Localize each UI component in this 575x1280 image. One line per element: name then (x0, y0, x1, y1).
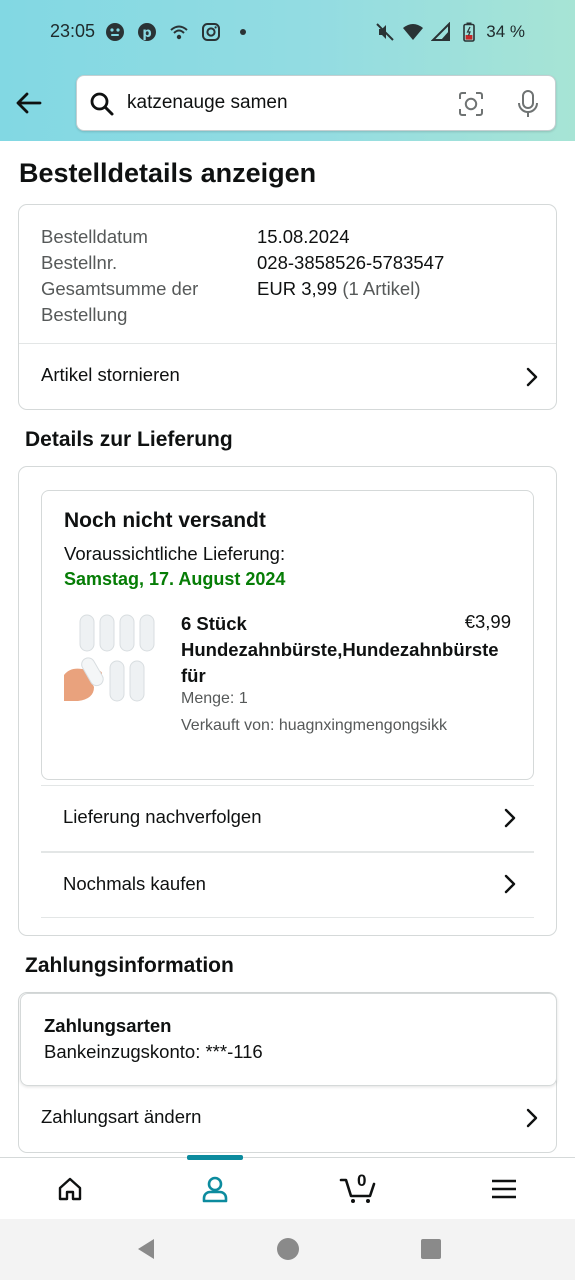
face-icon (104, 21, 126, 43)
order-total-amount: EUR 3,99 (257, 278, 338, 299)
eta-date: Samstag, 17. August 2024 (64, 569, 286, 589)
mic-icon[interactable] (515, 89, 541, 119)
payment-section-title: Zahlungsinformation (25, 954, 234, 977)
search-query[interactable]: katzenauge samen (127, 92, 288, 114)
battery-icon (458, 21, 480, 43)
system-navigation-bar (0, 1219, 575, 1280)
search-icon[interactable] (89, 91, 115, 117)
buy-again-row[interactable]: Nochmals kaufen (41, 853, 534, 917)
bottom-navigation (0, 1155, 575, 1220)
order-number-label: Bestellnr. (41, 252, 118, 273)
camera-icon[interactable] (457, 90, 485, 118)
system-recents-icon[interactable] (419, 1237, 443, 1261)
chevron-right-icon (502, 807, 518, 829)
order-summary-card: Bestelldatum 15.08.2024 Bestellnr. 028-3… (18, 204, 557, 410)
chevron-right-icon (524, 366, 540, 388)
payment-methods-title: Zahlungsarten (44, 1015, 172, 1036)
dot-icon (232, 21, 254, 43)
app-header: 23:05 p 34 % katzenauge samen (0, 0, 575, 141)
search-input[interactable]: katzenauge samen (76, 75, 556, 131)
product-price: €3,99 (464, 611, 511, 632)
delivery-card: Noch nicht versandt Voraussichtliche Lie… (18, 466, 557, 936)
change-payment-label: Zahlungsart ändern (41, 1106, 202, 1127)
change-payment-row[interactable]: Zahlungsart ändern (19, 1086, 556, 1153)
page-title: Bestelldetails anzeigen (19, 158, 317, 188)
wifi-icon (402, 21, 424, 43)
track-delivery-row[interactable]: Lieferung nachverfolgen (41, 786, 534, 851)
order-total-items: (1 Artikel) (342, 278, 421, 299)
shipment-status: Noch nicht versandt (64, 509, 266, 532)
order-total-label-line1: Gesamtsumme der (41, 278, 199, 299)
product-seller: Verkauft von: huagnxingmengongsikk (181, 717, 447, 734)
battery-percent: 34 % (486, 22, 525, 41)
order-date-value: 15.08.2024 (257, 226, 350, 247)
buy-again-label: Nochmals kaufen (63, 873, 206, 894)
payment-methods-box: Zahlungsarten Bankeinzugskonto: ***-116 (20, 993, 557, 1086)
home-icon[interactable] (30, 1158, 110, 1220)
system-status-icons: 34 % (374, 21, 525, 43)
system-back-icon[interactable] (134, 1237, 158, 1261)
delivery-section-title: Details zur Lieferung (25, 428, 233, 451)
track-delivery-label: Lieferung nachverfolgen (63, 806, 262, 827)
product-quantity: Menge: 1 (181, 690, 248, 707)
product-title-line3: für (181, 665, 206, 686)
product-title-line2: Hundezahnbürste,Hundezahnbürste (181, 639, 499, 660)
product-image[interactable] (64, 613, 156, 705)
account-icon[interactable] (175, 1158, 255, 1220)
chevron-right-icon (502, 873, 518, 895)
signal-icon (430, 21, 452, 43)
cancel-items-row[interactable]: Artikel stornieren (19, 344, 556, 410)
system-home-icon[interactable] (276, 1237, 300, 1261)
notification-icons: p (104, 21, 254, 43)
payment-card: Zahlungsarten Bankeinzugskonto: ***-116 … (18, 992, 557, 1153)
status-time: 23:05 (50, 21, 96, 41)
back-arrow-icon[interactable] (12, 86, 46, 120)
wifi-call-icon (168, 21, 190, 43)
cancel-items-label: Artikel stornieren (41, 364, 180, 385)
pinterest-icon: p (136, 21, 158, 43)
order-number-value: 028-3858526-5783547 (257, 252, 445, 273)
mute-icon (374, 21, 396, 43)
payment-account: Bankeinzugskonto: ***-116 (44, 1041, 263, 1062)
menu-icon[interactable] (464, 1158, 544, 1220)
divider (41, 917, 534, 918)
svg-text:p: p (142, 26, 151, 41)
eta-label: Voraussichtliche Lieferung: (64, 543, 286, 564)
instagram-icon (200, 21, 222, 43)
chevron-right-icon (524, 1107, 540, 1129)
order-total-value: EUR 3,99 (1 Artikel) (257, 276, 421, 302)
status-bar: 23:05 p 34 % (0, 0, 575, 64)
product-title-line1: 6 Stück (181, 613, 247, 634)
shipment-card: Noch nicht versandt Voraussichtliche Lie… (41, 490, 534, 780)
order-total-label-line2: Bestellung (41, 304, 128, 325)
cart-count-badge: 0 (357, 1171, 367, 1190)
order-date-label: Bestelldatum (41, 226, 148, 247)
